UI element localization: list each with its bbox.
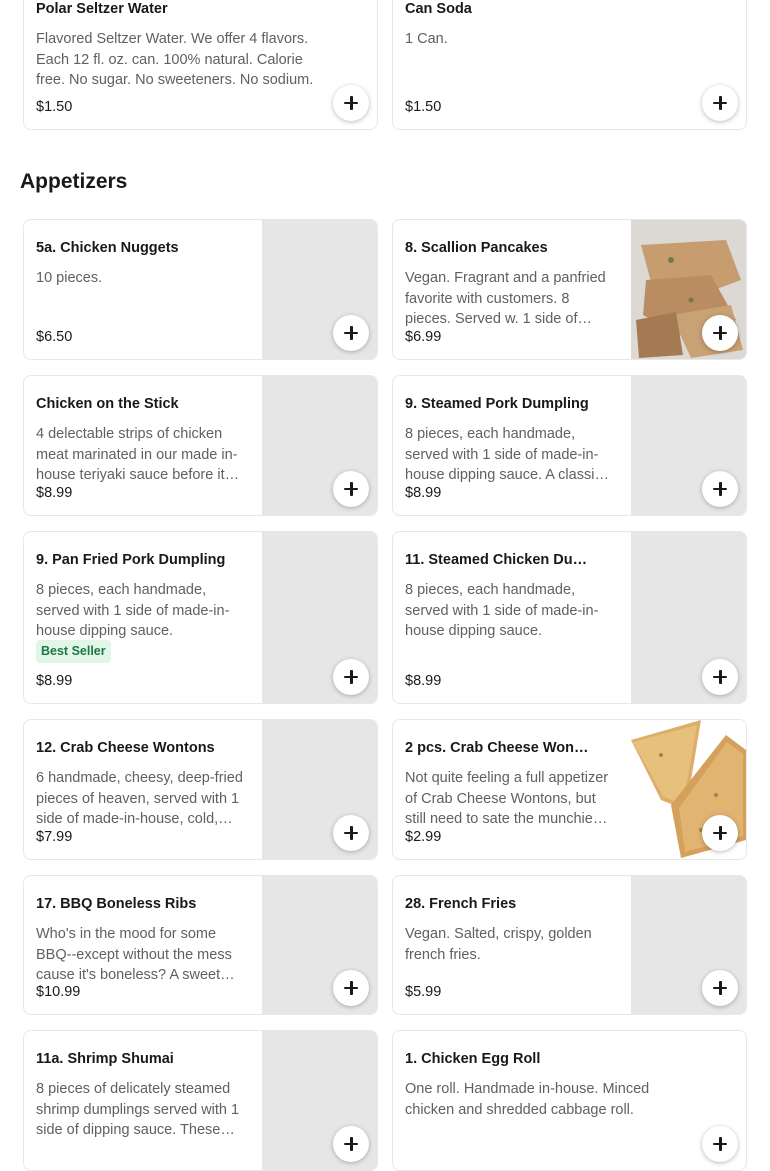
menu-item-card[interactable]: Chicken on the Stick 4 delectable strips… bbox=[23, 375, 378, 516]
item-name: Chicken on the Stick bbox=[36, 396, 179, 412]
menu-item-card[interactable]: 8. Scallion Pancakes Vegan. Fragrant and… bbox=[392, 219, 747, 360]
menu-item-card[interactable]: 1. Chicken Egg Roll One roll. Handmade i… bbox=[392, 1030, 747, 1171]
best-seller-badge: Best Seller bbox=[36, 640, 111, 663]
plus-icon bbox=[713, 482, 727, 496]
item-name: 5a. Chicken Nuggets bbox=[36, 240, 179, 256]
menu-item-card[interactable]: 5a. Chicken Nuggets 10 pieces. $6.50 bbox=[23, 219, 378, 360]
item-description: 8 pieces, each handmade, served with 1 s… bbox=[405, 582, 599, 639]
item-name: Polar Seltzer Water bbox=[36, 1, 168, 17]
add-item-button[interactable] bbox=[333, 85, 369, 121]
item-description: 8 pieces, each handmade, served with 1 s… bbox=[405, 426, 602, 483]
item-description: 8 pieces of delicately steamed shrimp du… bbox=[36, 1081, 240, 1138]
item-price: $6.50 bbox=[36, 329, 73, 345]
item-description: 6 handmade, cheesy, deep-fried pieces of… bbox=[36, 770, 243, 827]
item-name: 17. BBQ Boneless Ribs bbox=[36, 896, 197, 912]
add-item-button[interactable] bbox=[702, 315, 738, 351]
add-item-button[interactable] bbox=[702, 471, 738, 507]
add-item-button[interactable] bbox=[333, 970, 369, 1006]
item-description: One roll. Handmade in-house. Minced chic… bbox=[405, 1081, 650, 1118]
item-name: 12. Crab Cheese Wontons bbox=[36, 740, 215, 756]
item-name: Can Soda bbox=[405, 1, 472, 17]
item-price: $1.50 bbox=[36, 99, 73, 115]
add-item-button[interactable] bbox=[333, 315, 369, 351]
plus-icon bbox=[713, 670, 727, 684]
item-name: 11. Steamed Chicken Dumpling bbox=[405, 552, 590, 568]
item-price: $10.99 bbox=[36, 984, 81, 1000]
add-item-button[interactable] bbox=[702, 1126, 738, 1162]
item-description: Vegan. Salted, crispy, golden french fri… bbox=[405, 926, 592, 963]
plus-icon bbox=[344, 482, 358, 496]
item-price: $8.99 bbox=[36, 485, 73, 501]
item-name: 9. Pan Fried Pork Dumpling bbox=[36, 552, 226, 568]
menu-item-card[interactable]: 17. BBQ Boneless Ribs Who's in the mood … bbox=[23, 875, 378, 1015]
plus-icon bbox=[344, 96, 358, 110]
item-name: 8. Scallion Pancakes bbox=[405, 240, 548, 256]
plus-icon bbox=[713, 96, 727, 110]
section-title: Appetizers bbox=[20, 170, 128, 193]
item-price: $1.50 bbox=[405, 99, 442, 115]
plus-icon bbox=[713, 326, 727, 340]
item-price: $7.99 bbox=[36, 829, 73, 845]
item-name: 2 pcs. Crab Cheese Wontons bbox=[405, 740, 590, 756]
add-item-button[interactable] bbox=[702, 659, 738, 695]
menu-item-card[interactable]: 28. French Fries Vegan. Salted, crispy, … bbox=[392, 875, 747, 1015]
item-description: Vegan. Fragrant and a panfried favorite … bbox=[405, 270, 606, 327]
menu-item-card[interactable]: 2 pcs. Crab Cheese Wontons Not quite fee… bbox=[392, 719, 747, 860]
plus-icon bbox=[713, 826, 727, 840]
menu-item-card[interactable]: 12. Crab Cheese Wontons 6 handmade, chee… bbox=[23, 719, 378, 860]
item-price: $8.99 bbox=[405, 673, 442, 689]
add-item-button[interactable] bbox=[333, 471, 369, 507]
item-name: 11a. Shrimp Shumai bbox=[36, 1051, 174, 1067]
item-description: 10 pieces. bbox=[36, 270, 103, 286]
add-item-button[interactable] bbox=[702, 970, 738, 1006]
item-description: Who's in the mood for some BBQ--except w… bbox=[36, 926, 232, 983]
item-description: 1 Can. bbox=[405, 31, 448, 47]
item-name: 9. Steamed Pork Dumpling bbox=[405, 396, 589, 412]
menu-item-card[interactable]: 9. Steamed Pork Dumpling 8 pieces, each … bbox=[392, 375, 747, 516]
add-item-button[interactable] bbox=[702, 85, 738, 121]
item-name: 28. French Fries bbox=[405, 896, 517, 912]
plus-icon bbox=[344, 326, 358, 340]
plus-icon bbox=[344, 1137, 358, 1151]
item-price: $5.99 bbox=[405, 984, 442, 1000]
plus-icon bbox=[713, 981, 727, 995]
item-description: 8 pieces, each handmade, served with 1 s… bbox=[36, 582, 230, 639]
item-description: Not quite feeling a full appetizer of Cr… bbox=[405, 770, 609, 827]
plus-icon bbox=[344, 826, 358, 840]
menu-item-card[interactable]: Can Soda 1 Can. $1.50 bbox=[392, 0, 747, 130]
item-price: $8.99 bbox=[36, 673, 73, 689]
menu-item-card[interactable]: 11a. Shrimp Shumai 8 pieces of delicatel… bbox=[23, 1030, 378, 1171]
plus-icon bbox=[344, 670, 358, 684]
plus-icon bbox=[713, 1137, 727, 1151]
add-item-button[interactable] bbox=[333, 659, 369, 695]
item-price: $2.99 bbox=[405, 829, 442, 845]
item-price: $8.99 bbox=[405, 485, 442, 501]
menu-item-card[interactable]: 9. Pan Fried Pork Dumpling 8 pieces, eac… bbox=[23, 531, 378, 704]
item-price: $6.99 bbox=[405, 329, 442, 345]
menu-item-card[interactable]: 11. Steamed Chicken Dumpling 8 pieces, e… bbox=[392, 531, 747, 704]
item-description: Flavored Seltzer Water. We offer 4 flavo… bbox=[36, 31, 314, 88]
item-name: 1. Chicken Egg Roll bbox=[405, 1051, 541, 1067]
add-item-button[interactable] bbox=[702, 815, 738, 851]
menu-item-card[interactable]: Polar Seltzer Water Flavored Seltzer Wat… bbox=[23, 0, 378, 130]
item-description: 4 delectable strips of chicken meat mari… bbox=[36, 426, 238, 483]
add-item-button[interactable] bbox=[333, 815, 369, 851]
add-item-button[interactable] bbox=[333, 1126, 369, 1162]
plus-icon bbox=[344, 981, 358, 995]
